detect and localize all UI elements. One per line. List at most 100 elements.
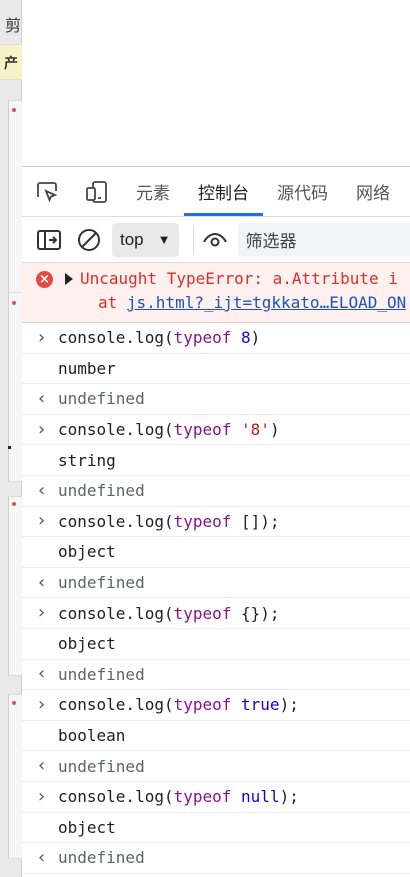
error-icon: × <box>36 271 53 288</box>
expand-triangle-icon[interactable] <box>65 273 73 285</box>
code-token: 8 <box>241 328 251 348</box>
inspect-element-icon[interactable] <box>22 167 72 216</box>
console-command-text: console.log(typeof '8') <box>58 420 280 439</box>
code-token: []); <box>231 511 280 531</box>
console-input-row: › console.log(typeof {}); <box>22 598 410 629</box>
context-selector[interactable]: top ▼ <box>112 222 179 257</box>
result-chevron-icon: ‹ <box>38 479 46 501</box>
console-value-text: string <box>58 450 116 470</box>
console-result-row: ‹ undefined <box>22 751 410 782</box>
console-output-row: string <box>22 445 410 476</box>
chevron-down-icon: ▼ <box>157 232 171 247</box>
tab-network[interactable]: 网络 <box>342 167 404 216</box>
error-text: Uncaught TypeError: a.Attribute i <box>80 269 398 288</box>
console-input-row: › console.log(typeof '8') <box>22 415 410 446</box>
background-dot <box>12 502 16 506</box>
code-token: {}); <box>231 603 280 623</box>
code-token: null <box>241 787 280 807</box>
console-output-row: boolean <box>22 721 410 752</box>
code-token: ) <box>250 328 261 348</box>
console-value-text: undefined <box>58 756 145 776</box>
console-value-text: boolean <box>58 726 126 746</box>
input-chevron-icon: › <box>38 326 46 348</box>
console-command-text: console.log(typeof true); <box>58 695 299 714</box>
console-output-row: number <box>22 354 410 385</box>
tab-sources[interactable]: 源代码 <box>263 167 342 216</box>
result-chevron-icon: ‹ <box>38 663 46 685</box>
background-banner-text: 产 <box>4 55 18 71</box>
background-dot <box>12 108 16 112</box>
error-message: × Uncaught TypeError: a.Attribute i at j… <box>22 263 410 323</box>
console-command-text: console.log(typeof 8) <box>58 328 260 347</box>
console-value-text: undefined <box>58 389 145 409</box>
code-token: typeof <box>173 328 232 348</box>
background-page-strip: 剪 产 <box>0 0 22 877</box>
input-chevron-icon: › <box>38 602 46 624</box>
code-token: console.log( <box>58 420 174 440</box>
console-input-row: › console.log(typeof true); <box>22 690 410 721</box>
result-chevron-icon: ‹ <box>38 846 46 868</box>
code-token: typeof <box>173 603 232 623</box>
sidebar-toggle-icon[interactable] <box>32 223 66 257</box>
console-command-text: console.log(typeof {}); <box>58 604 280 623</box>
code-token: ); <box>279 787 299 807</box>
code-token: console.log( <box>58 603 174 623</box>
background-dot <box>12 301 16 305</box>
console-result-row: ‹ undefined <box>22 384 410 415</box>
background-panel <box>8 100 22 305</box>
console-command-text: console.log(typeof []); <box>58 512 280 531</box>
input-chevron-icon: › <box>38 785 46 807</box>
device-toolbar-icon[interactable] <box>72 167 122 216</box>
console-result-row: ‹ undefined <box>22 568 410 599</box>
devtools-tabbar: 元素 控制台 源代码 网络 <box>22 167 410 217</box>
code-token: '8' <box>241 420 270 440</box>
result-chevron-icon: ‹ <box>38 387 46 409</box>
console-result-row: ‹ undefined <box>22 660 410 691</box>
code-token: typeof <box>173 695 232 715</box>
console-filter-input[interactable]: 筛选器 <box>237 222 410 257</box>
console-value-text: number <box>58 358 116 378</box>
clear-console-icon[interactable] <box>72 223 106 257</box>
background-dot <box>12 701 16 705</box>
toolbar-divider <box>192 224 194 255</box>
devtools-panel: 元素 控制台 源代码 网络 top ▼ 筛选器 × Uncaught TypeE… <box>22 166 410 877</box>
code-token: true <box>241 695 280 715</box>
console-result-row: ‹ undefined <box>22 476 410 507</box>
background-banner: 产 <box>0 44 22 80</box>
code-token: console.log( <box>58 328 174 348</box>
error-stack-line: at js.html?_ijt=tgkkato…ELOAD_ON <box>98 293 406 312</box>
context-label: top <box>120 229 144 249</box>
background-panel <box>8 496 22 676</box>
input-chevron-icon: › <box>38 418 46 440</box>
tab-elements[interactable]: 元素 <box>122 167 184 216</box>
code-token: typeof <box>173 511 232 531</box>
result-chevron-icon: ‹ <box>38 571 46 593</box>
console-result-row: ‹ undefined <box>22 843 410 874</box>
console-input-row: › console.log(typeof null); <box>22 782 410 813</box>
console-value-text: undefined <box>58 848 145 868</box>
console-input-row: › console.log(typeof []); <box>22 507 410 538</box>
background-cut-text: 剪 <box>5 18 22 35</box>
console-entries: › console.log(typeof 8) number ‹ undefined › c… <box>22 323 410 874</box>
console-value-text: undefined <box>58 664 145 684</box>
background-panel <box>8 694 22 859</box>
input-chevron-icon: › <box>38 693 46 715</box>
console-value-text: object <box>58 542 116 562</box>
console-value-text: undefined <box>58 481 145 501</box>
tab-console[interactable]: 控制台 <box>184 167 263 216</box>
live-expression-eye-icon[interactable] <box>198 223 232 257</box>
code-token: typeof <box>173 420 232 440</box>
result-chevron-icon: ‹ <box>38 755 46 777</box>
error-source-link[interactable]: js.html?_ijt=tgkkato…ELOAD_ON <box>127 293 406 312</box>
background-tick <box>8 446 11 449</box>
console-input-row: › console.log(typeof 8) <box>22 323 410 354</box>
code-token: ) <box>269 420 280 440</box>
input-chevron-icon: › <box>38 510 46 532</box>
console-value-text: undefined <box>58 573 145 593</box>
console-command-text: console.log(typeof null); <box>58 787 299 806</box>
code-token: console.log( <box>58 511 174 531</box>
